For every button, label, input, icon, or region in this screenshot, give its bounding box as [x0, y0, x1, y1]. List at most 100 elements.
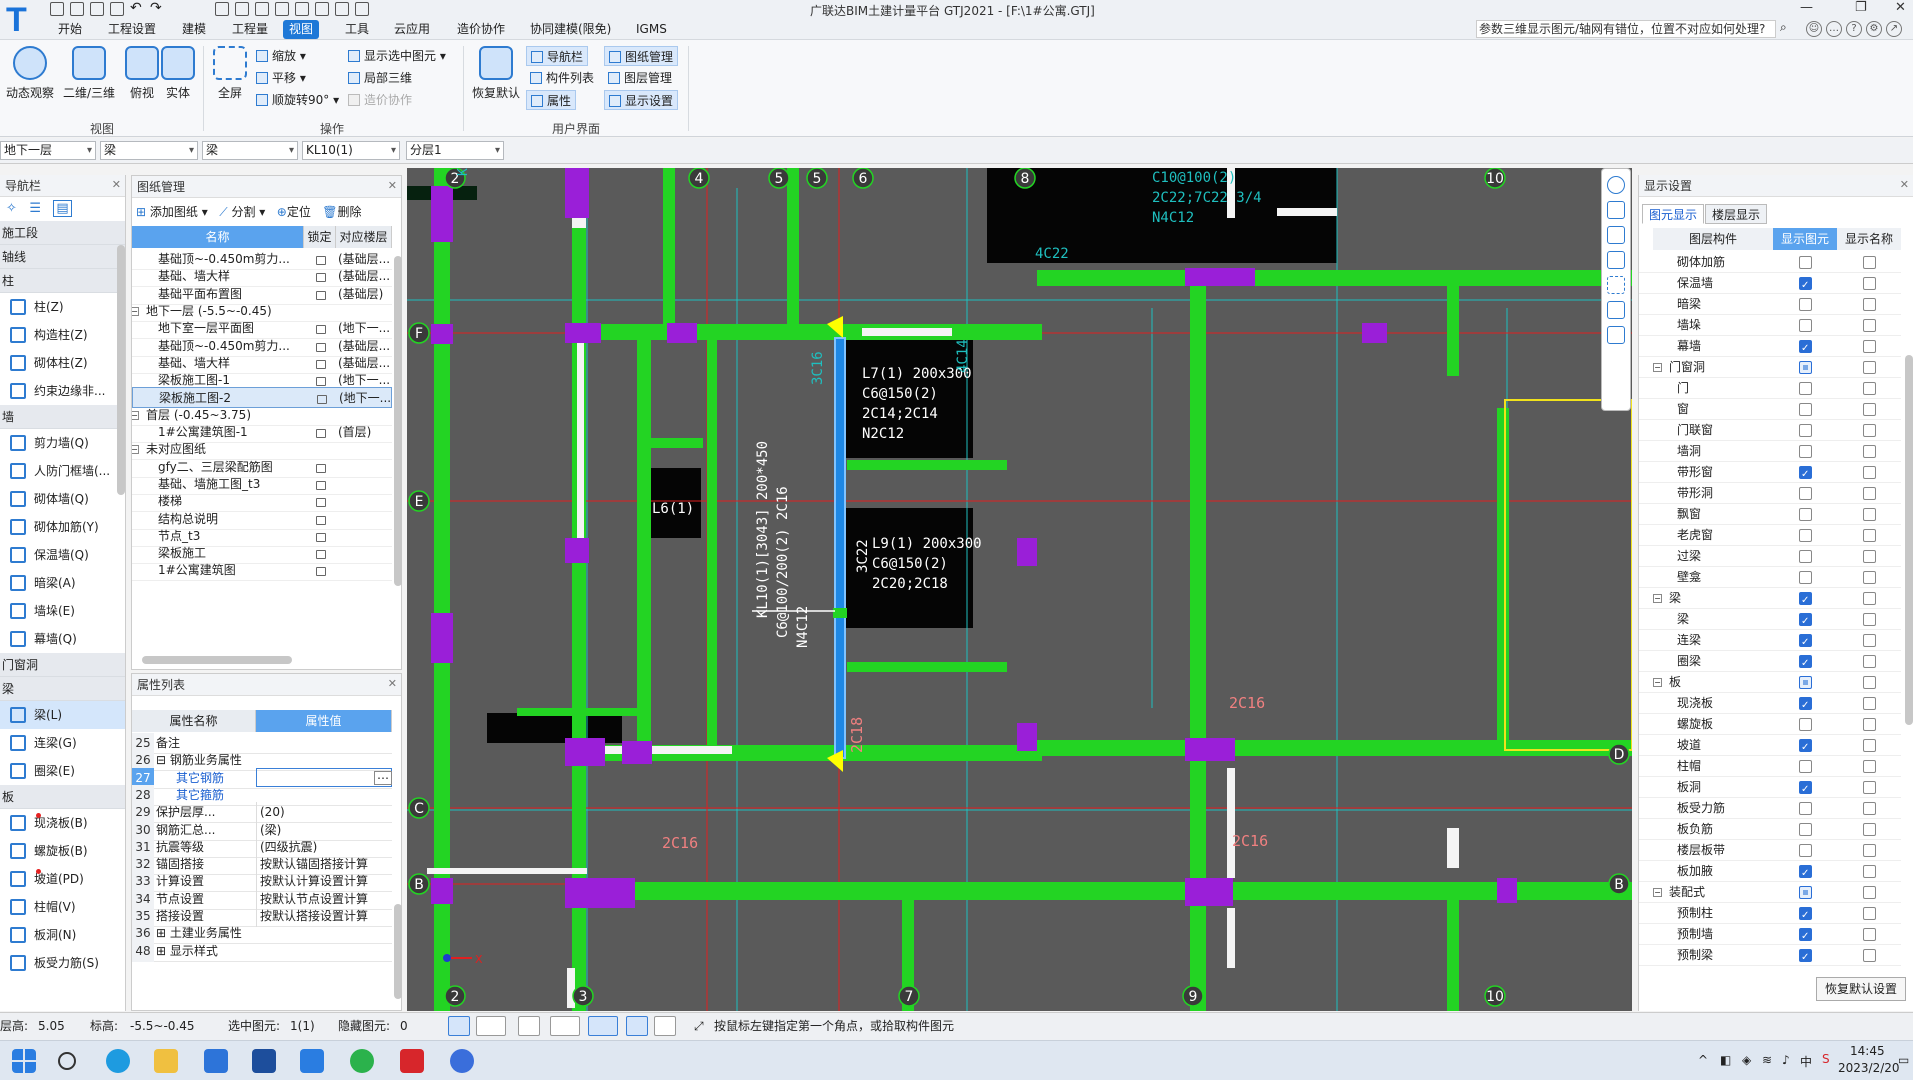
display-row[interactable]: 暗梁 — [1639, 294, 1901, 315]
solid-icon[interactable] — [1607, 251, 1625, 269]
ortho-toggle[interactable] — [448, 1016, 470, 1036]
show-name-checkbox[interactable] — [1863, 844, 1876, 857]
nav-item[interactable]: 砌体墙(Q) — [0, 485, 125, 513]
menu-tools[interactable]: 工具 — [339, 20, 375, 39]
show-selected-icon[interactable] — [1607, 326, 1625, 344]
nav-item[interactable]: 现浇板(B) — [0, 809, 125, 837]
show-element-checkbox[interactable] — [1799, 445, 1812, 458]
calc-app-icon[interactable] — [252, 1049, 276, 1073]
tab-element-display[interactable]: 图元显示 — [1642, 204, 1705, 224]
display-row[interactable]: 梁 — [1639, 609, 1901, 632]
floor-select[interactable]: 地下一层 — [0, 141, 96, 160]
polyline-toggle[interactable] — [654, 1016, 676, 1036]
close-icon[interactable]: ✕ — [388, 677, 397, 690]
drawing-canvas[interactable]: 24556810237910FECBDB KL1 L7(1) 200x300 C… — [407, 168, 1632, 1011]
display-settings-toggle[interactable]: 显示设置 — [604, 90, 679, 110]
show-name-checkbox[interactable] — [1863, 802, 1876, 815]
display-row[interactable]: 幕墙 — [1639, 336, 1901, 359]
props-toggle[interactable]: 属性 — [526, 90, 577, 110]
show-element-checkbox[interactable] — [1799, 653, 1812, 674]
display-row[interactable]: 过梁 — [1639, 546, 1901, 567]
show-name-checkbox[interactable] — [1863, 529, 1876, 542]
show-name-checkbox[interactable] — [1863, 508, 1876, 521]
menu-igms[interactable]: IGMS — [630, 20, 673, 39]
drawing-scrollbar-v[interactable] — [394, 256, 402, 586]
col-name[interactable]: 名称 — [132, 226, 304, 248]
lock-icon[interactable] — [316, 359, 326, 369]
close-icon[interactable]: ✕ — [1900, 178, 1909, 191]
restore-default-button[interactable]: 恢复默认 — [470, 46, 522, 101]
show-element-checkbox[interactable] — [1799, 338, 1812, 359]
local-3d-button[interactable]: 局部三维 — [348, 68, 412, 88]
show-element-checkbox[interactable] — [1799, 863, 1812, 884]
pan-button[interactable]: 平移 ▾ — [256, 68, 306, 88]
chat-icon[interactable]: … — [1826, 21, 1842, 37]
show-name-checkbox[interactable] — [1863, 865, 1876, 878]
show-element-checkbox[interactable] — [1799, 695, 1812, 716]
display-row[interactable]: 门联窗 — [1639, 420, 1901, 441]
show-element-checkbox[interactable] — [1799, 319, 1812, 332]
cross-icon[interactable] — [518, 1016, 540, 1036]
lock-icon[interactable] — [316, 515, 326, 525]
save-icon[interactable] — [90, 2, 104, 16]
nav-item[interactable]: 连梁(G) — [0, 729, 125, 757]
lock-icon[interactable] — [316, 377, 326, 387]
lock-icon[interactable] — [316, 429, 326, 438]
show-element-checkbox[interactable] — [1799, 676, 1812, 689]
nav-category[interactable]: 轴线 — [0, 245, 125, 269]
lock-icon[interactable] — [316, 463, 326, 473]
display-row[interactable]: 板负筋 — [1639, 819, 1901, 840]
redo-icon[interactable]: ↷ — [150, 0, 162, 16]
display-row[interactable]: 窗 — [1639, 399, 1901, 420]
minimize-icon[interactable]: — — [1800, 0, 1813, 15]
nav-category[interactable]: 梁 — [0, 677, 125, 701]
show-name-checkbox[interactable] — [1863, 298, 1876, 311]
show-name-checkbox[interactable] — [1863, 361, 1876, 374]
edge-icon[interactable] — [106, 1049, 130, 1073]
col-lock[interactable]: 锁定 — [304, 226, 336, 248]
display-row[interactable]: − 装配式 — [1639, 882, 1901, 903]
menu-cost-collab[interactable]: 造价协作 — [451, 20, 511, 39]
show-name-checkbox[interactable] — [1863, 403, 1876, 416]
close-icon[interactable]: ✕ — [388, 179, 397, 192]
display-row[interactable]: 带形窗 — [1639, 462, 1901, 485]
explorer-icon[interactable] — [154, 1049, 178, 1073]
show-name-checkbox[interactable] — [1863, 739, 1876, 752]
nav-bar-toggle[interactable]: 导航栏 — [526, 46, 589, 66]
display-row[interactable]: 飘窗 — [1639, 504, 1901, 525]
clock-time[interactable]: 14:45 — [1850, 1044, 1885, 1058]
open-icon[interactable] — [70, 2, 84, 16]
check-icon[interactable] — [315, 2, 329, 16]
lock-icon[interactable] — [316, 256, 326, 265]
app-icon[interactable] — [450, 1049, 474, 1073]
show-element-checkbox[interactable] — [1799, 275, 1812, 296]
restore-icon[interactable]: ❐ — [1855, 0, 1867, 15]
display-row[interactable]: 预制梁 — [1639, 945, 1901, 968]
show-element-checkbox[interactable] — [1799, 424, 1812, 437]
drawing-row[interactable]: 1#公寓建筑图 — [132, 560, 392, 582]
list-view-icon[interactable]: ☰ — [29, 201, 41, 216]
property-scrollbar[interactable] — [394, 904, 402, 999]
layout-icon[interactable] — [255, 2, 269, 16]
collapse-icon[interactable]: − — [1653, 888, 1662, 897]
category-select[interactable]: 梁 — [100, 141, 198, 160]
collapse-icon[interactable]: − — [1653, 678, 1662, 687]
volume-icon[interactable]: ♪ — [1782, 1053, 1790, 1067]
collapse-icon[interactable]: − — [1653, 594, 1662, 603]
nav-item[interactable]: 墙垛(E) — [0, 597, 125, 625]
select-toggle[interactable] — [626, 1016, 648, 1036]
new-icon[interactable] — [50, 2, 64, 16]
dynamic-input-toggle[interactable] — [588, 1016, 618, 1036]
display-row[interactable]: 板受力筋 — [1639, 798, 1901, 819]
top-view-icon[interactable] — [1607, 226, 1625, 244]
show-name-checkbox[interactable] — [1863, 781, 1876, 794]
top-view-button[interactable]: 俯视 — [124, 46, 160, 101]
show-name-checkbox[interactable] — [1863, 571, 1876, 584]
nav-item[interactable]: 坡道(PD) — [0, 865, 125, 893]
nav-category[interactable]: 施工段 — [0, 221, 125, 245]
display-row[interactable]: 圈梁 — [1639, 651, 1901, 674]
show-element-checkbox[interactable] — [1799, 256, 1812, 269]
nav-item[interactable]: 板受力筋(S) — [0, 949, 125, 977]
nav-category[interactable]: 板 — [0, 785, 125, 809]
tray-icon[interactable]: ◧ — [1720, 1053, 1731, 1067]
